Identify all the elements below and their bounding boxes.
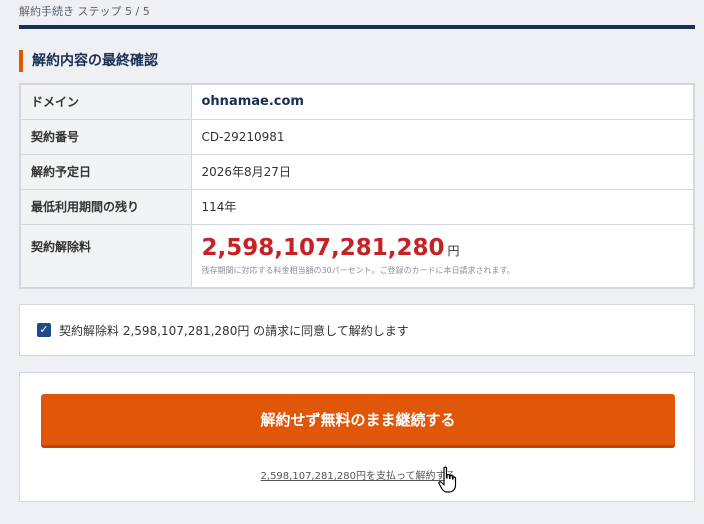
- row-value-contract-number: CD-29210981: [190, 118, 695, 155]
- row-label-remaining-term: 最低利用期間の残り: [19, 188, 192, 225]
- row-value-remaining-term: 114年: [190, 188, 695, 225]
- table-row: 契約解除料 2,598,107,281,280 円 残存期間に対応する料金相当額の…: [19, 223, 695, 289]
- agreement-box: ✓ 契約解除料 2,598,107,281,280円 の請求に同意して解約します: [19, 304, 695, 356]
- row-label-cancel-date: 解約予定日: [19, 153, 192, 190]
- fee-unit: 円: [447, 243, 460, 258]
- row-label-domain: ドメイン: [19, 83, 192, 120]
- row-value-domain: ohnamae.com: [190, 83, 695, 120]
- contract-details-table: ドメイン ohnamae.com 契約番号 CD-29210981 解約予定日 …: [19, 83, 695, 289]
- table-row: 最低利用期間の残り 114年: [19, 188, 695, 225]
- row-label-contract-number: 契約番号: [19, 118, 192, 155]
- row-value-cancellation-fee: 2,598,107,281,280 円 残存期間に対応する料金相当額の30パーセン…: [190, 223, 695, 289]
- pay-and-cancel-link[interactable]: 2,598,107,281,280円を支払って解約する: [20, 467, 696, 482]
- agree-label[interactable]: 契約解除料 2,598,107,281,280円 の請求に同意して解約します: [59, 322, 409, 339]
- action-box: 解約せず無料のまま継続する 2,598,107,281,280円を支払って解約す…: [19, 372, 695, 502]
- checkmark-icon: ✓: [39, 323, 49, 336]
- fee-note: 残存期間に対応する料金相当額の30パーセント。ご登録のカードに本日請求されます。: [201, 265, 515, 275]
- hand-cursor-icon: [438, 466, 457, 493]
- row-value-cancel-date: 2026年8月27日: [190, 153, 695, 190]
- agree-checkbox[interactable]: ✓: [37, 323, 51, 337]
- step-indicator: 解約手続き ステップ 5 / 5: [19, 5, 150, 18]
- section-title: 解約内容の最終確認: [19, 50, 158, 72]
- table-row: 解約予定日 2026年8月27日: [19, 153, 695, 190]
- table-row: ドメイン ohnamae.com: [19, 83, 695, 120]
- table-row: 契約番号 CD-29210981: [19, 118, 695, 155]
- continue-free-button[interactable]: 解約せず無料のまま継続する: [41, 394, 675, 448]
- header-divider: [19, 25, 695, 29]
- row-label-cancellation-fee: 契約解除料: [19, 223, 192, 289]
- fee-amount: 2,598,107,281,280: [201, 234, 445, 261]
